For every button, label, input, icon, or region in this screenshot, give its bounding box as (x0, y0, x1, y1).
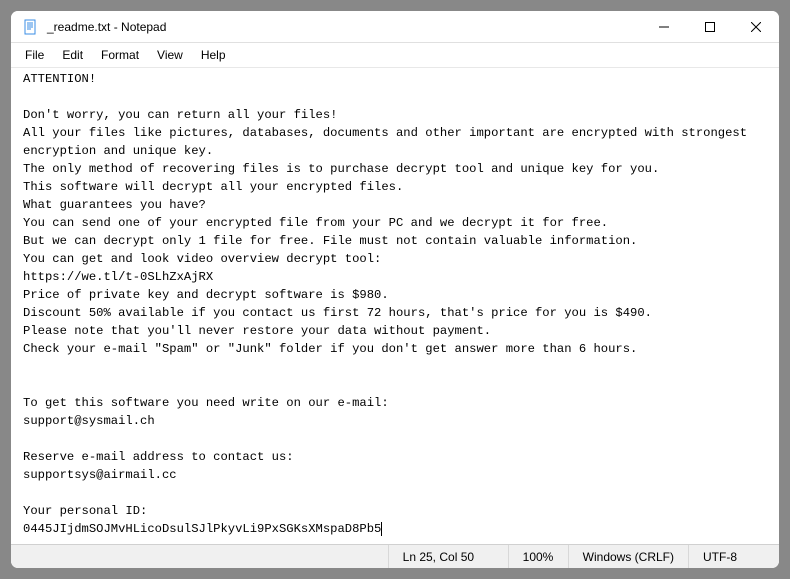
close-button[interactable] (733, 11, 779, 43)
document-text[interactable]: ATTENTION! Don't worry, you can return a… (23, 70, 773, 538)
minimize-button[interactable] (641, 11, 687, 43)
notepad-icon (23, 19, 39, 35)
menubar: File Edit Format View Help (11, 43, 779, 68)
text-caret (381, 522, 382, 536)
titlebar: _readme.txt - Notepad (11, 11, 779, 43)
window-title: _readme.txt - Notepad (47, 20, 641, 34)
menu-help[interactable]: Help (193, 45, 234, 65)
status-zoom: 100% (509, 545, 569, 568)
statusbar: Ln 25, Col 50 100% Windows (CRLF) UTF-8 (11, 544, 779, 568)
status-spacer (11, 545, 389, 568)
notepad-window: _readme.txt - Notepad File Edit Format V… (10, 10, 780, 569)
maximize-button[interactable] (687, 11, 733, 43)
menu-view[interactable]: View (149, 45, 191, 65)
status-line-ending: Windows (CRLF) (569, 545, 689, 568)
text-area[interactable]: ATTENTION! Don't worry, you can return a… (11, 68, 779, 544)
status-encoding: UTF-8 (689, 545, 779, 568)
menu-edit[interactable]: Edit (54, 45, 91, 65)
menu-file[interactable]: File (17, 45, 52, 65)
menu-format[interactable]: Format (93, 45, 147, 65)
status-cursor-position: Ln 25, Col 50 (389, 545, 509, 568)
